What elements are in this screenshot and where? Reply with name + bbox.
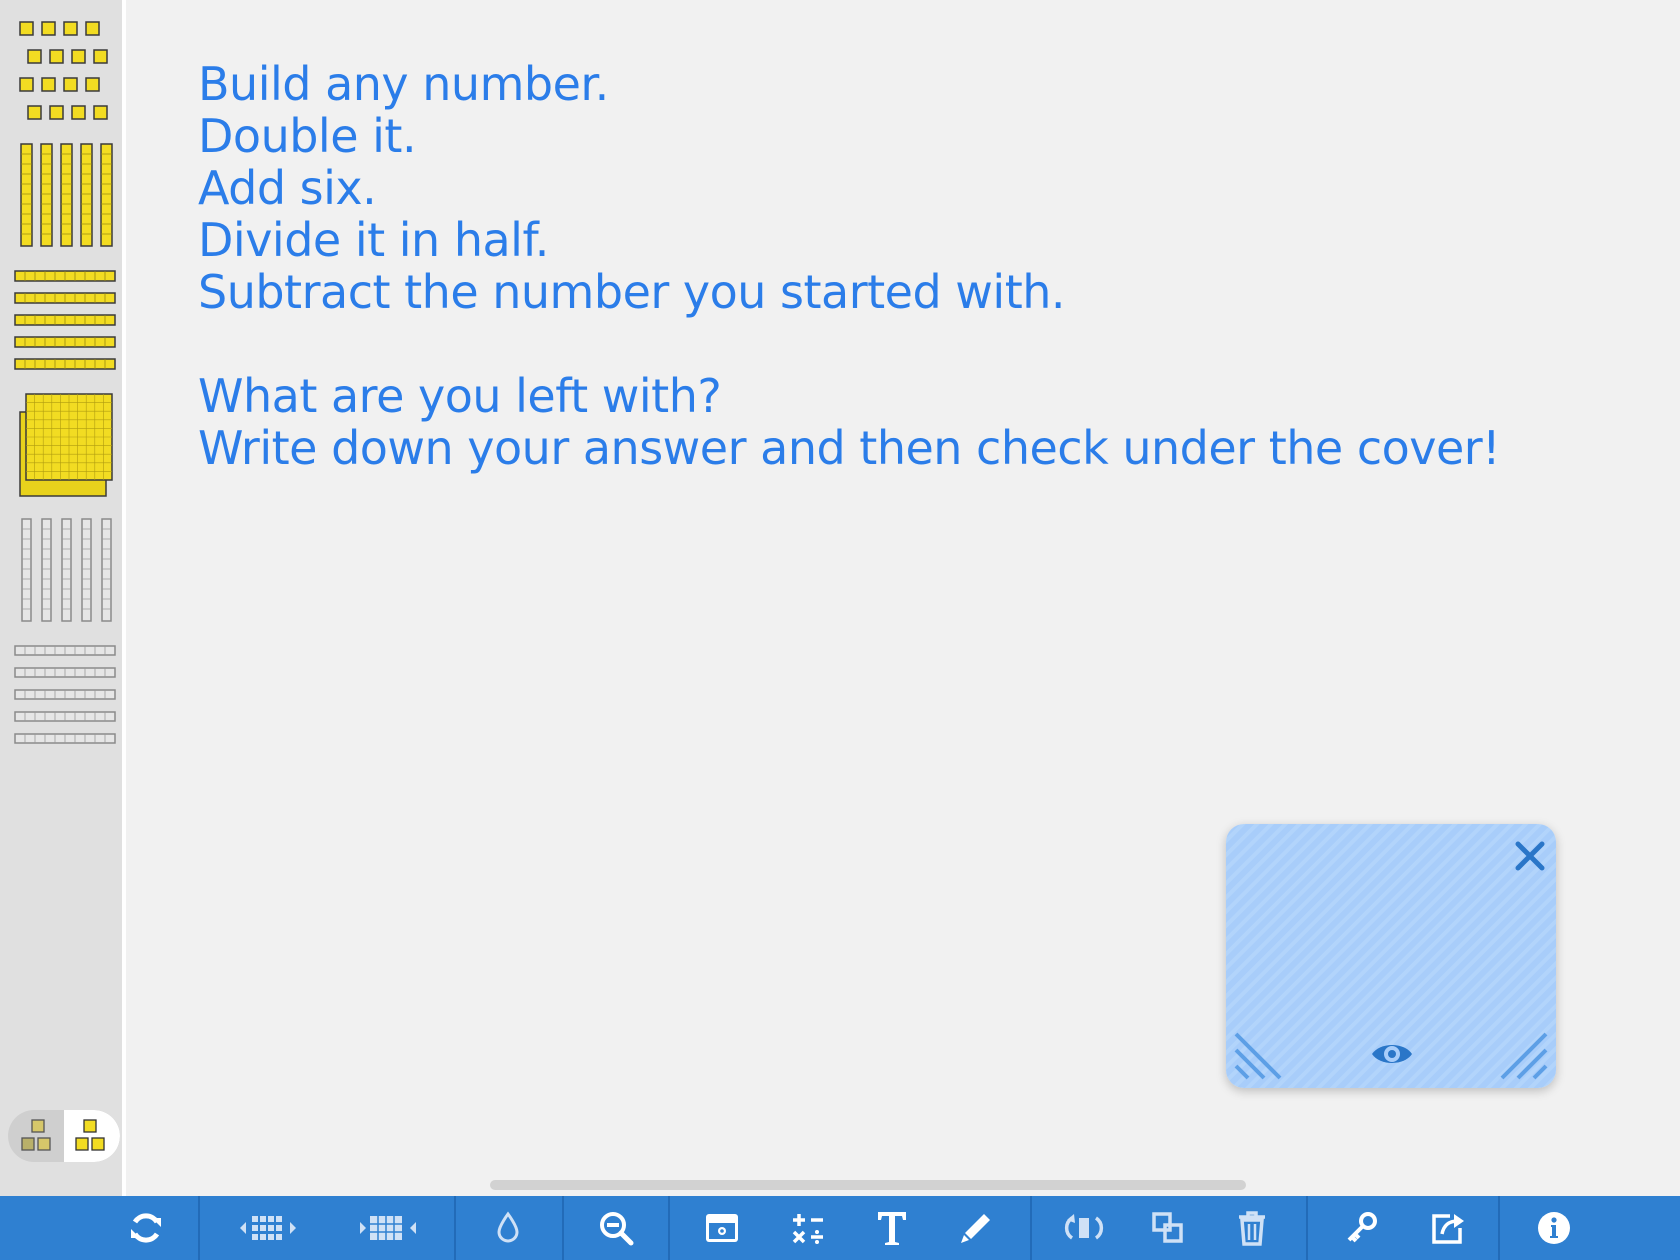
fill-color-icon (497, 1211, 519, 1243)
prompt-line: Subtract the number you started with. (198, 265, 1066, 319)
tens-rods-horizontal-icon (14, 270, 116, 370)
cover-close-button[interactable] (1512, 838, 1548, 874)
rotate-icon (1064, 1214, 1104, 1240)
zoom-out-button[interactable] (592, 1196, 640, 1260)
operations-icon (792, 1214, 823, 1244)
trash-icon (1239, 1211, 1265, 1246)
outline-rods-horizontal-tool[interactable] (12, 640, 118, 752)
toolbar-divider (1498, 1196, 1500, 1260)
share-button[interactable] (1422, 1196, 1474, 1260)
toolbar-divider (668, 1196, 670, 1260)
question-line: Write down your answer and then check un… (198, 421, 1501, 475)
group-icon (360, 1216, 416, 1240)
toolbar-divider (1306, 1196, 1308, 1260)
outline-rods-vertical-tool[interactable] (16, 516, 116, 624)
prompt-gap (198, 318, 1500, 370)
outline-rods-vertical-icon (21, 518, 112, 622)
outline-rods-horizontal-icon (14, 645, 116, 744)
cover-button[interactable] (698, 1196, 746, 1260)
shaded-blocks-option[interactable] (8, 1110, 64, 1162)
yellow-blocks-icon (75, 1119, 105, 1151)
tens-rods-vertical-icon (20, 143, 113, 247)
key-button[interactable] (1338, 1196, 1386, 1260)
regroup-icon (240, 1216, 296, 1240)
regroup-button[interactable] (232, 1196, 304, 1260)
toolbar-divider (198, 1196, 200, 1260)
close-icon (1515, 841, 1545, 871)
toolbar-divider (562, 1196, 564, 1260)
tens-rods-horizontal-tool[interactable] (12, 266, 118, 372)
question-line: What are you left with? (198, 369, 722, 423)
prompt-text: Build any number. Double it. Add six. Di… (198, 57, 1501, 475)
info-icon (1538, 1212, 1570, 1244)
block-style-toggle[interactable] (8, 1110, 120, 1162)
toolbar-divider (1030, 1196, 1032, 1260)
text-button[interactable] (868, 1196, 916, 1260)
operations-button[interactable] (784, 1196, 832, 1260)
fill-color-button[interactable] (488, 1196, 528, 1260)
share-icon (1432, 1214, 1464, 1244)
prompt-line: Double it. (198, 109, 417, 163)
text-icon (878, 1212, 906, 1245)
key-icon (1347, 1212, 1377, 1243)
prompt-line: Build any number. (198, 57, 609, 111)
answer-cover[interactable] (1226, 824, 1556, 1088)
cover-reveal-button[interactable] (1368, 1036, 1416, 1072)
bottom-toolbar (0, 1196, 1680, 1260)
shaded-blocks-icon (21, 1119, 51, 1151)
yellow-blocks-option[interactable] (64, 1110, 120, 1162)
hundreds-flats-tool[interactable] (16, 390, 116, 500)
trash-button[interactable] (1228, 1196, 1276, 1260)
prompt-line: Add six. (198, 161, 377, 215)
pen-button[interactable] (952, 1196, 1000, 1260)
ones-cubes-icon (19, 21, 108, 120)
toolbar-divider (454, 1196, 456, 1260)
duplicate-button[interactable] (1144, 1196, 1192, 1260)
duplicate-icon (1152, 1212, 1183, 1243)
reset-button[interactable] (112, 1196, 180, 1260)
horizontal-scrollbar[interactable] (490, 1180, 1246, 1190)
rotate-button[interactable] (1060, 1196, 1108, 1260)
group-button[interactable] (352, 1196, 424, 1260)
cover-icon (706, 1214, 738, 1242)
prompt-line: Divide it in half. (198, 213, 549, 267)
eye-icon (1372, 1045, 1412, 1063)
hundreds-flats-icon (19, 393, 113, 497)
reset-icon (131, 1213, 161, 1243)
ones-cubes-tool[interactable] (16, 18, 116, 124)
tens-rods-vertical-tool[interactable] (16, 140, 116, 252)
zoom-out-icon (600, 1212, 634, 1246)
pen-icon (961, 1214, 990, 1243)
block-palette-sidebar (0, 0, 126, 1196)
info-button[interactable] (1530, 1196, 1578, 1260)
